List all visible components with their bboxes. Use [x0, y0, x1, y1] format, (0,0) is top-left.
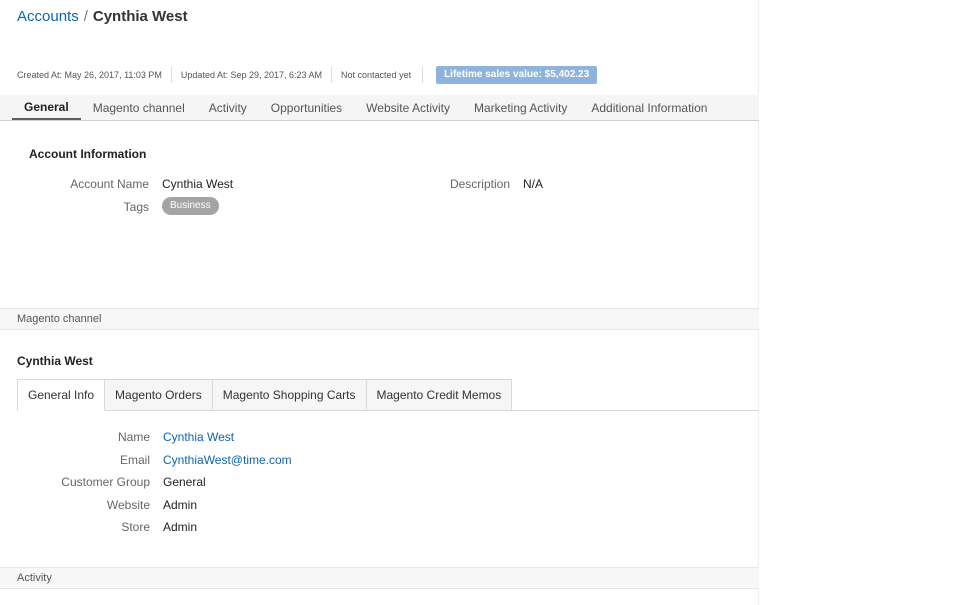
tags-label: Tags — [123, 200, 149, 214]
tab-website-activity[interactable]: Website Activity — [354, 95, 462, 120]
description-label: Description — [449, 177, 510, 191]
lifetime-sales-badge: Lifetime sales value: $5,402.23 — [436, 66, 598, 84]
contacted-status-text: Not contacted yet — [341, 67, 424, 83]
tab-general[interactable]: General — [12, 95, 81, 120]
customer-group-label: Customer Group — [61, 475, 150, 489]
tab-magento-channel[interactable]: Magento channel — [81, 95, 197, 120]
tab-general-info[interactable]: General Info — [17, 379, 106, 411]
account-name-label: Account Name — [70, 177, 149, 191]
customer-group-value: General — [163, 475, 206, 489]
breadcrumb: Accounts / Cynthia West — [17, 8, 188, 26]
store-label: Store — [121, 520, 150, 534]
customer-name-label: Name — [117, 430, 150, 444]
updated-at-text: Updated At: Sep 29, 2017, 6:23 AM — [181, 67, 333, 83]
email-label: Email — [119, 453, 150, 467]
tab-magento-shopping-carts[interactable]: Magento Shopping Carts — [212, 379, 367, 411]
tab-opportunities[interactable]: Opportunities — [259, 95, 354, 120]
description-value: N/A — [523, 177, 544, 191]
activity-section-bar: Activity — [0, 567, 759, 589]
tag-business: Business — [162, 197, 219, 215]
account-view-page: Accounts / Cynthia West Created At: May 26… — [0, 0, 759, 605]
website-label: Website — [106, 498, 150, 512]
record-meta-row: Created At: May 26, 2017, 11:03 PM Updat… — [17, 66, 598, 84]
website-value: Admin — [163, 498, 198, 512]
account-information-heading: Account Information — [29, 147, 147, 161]
breadcrumb-separator: / — [83, 8, 88, 25]
customer-name-heading: Cynthia West — [17, 354, 93, 368]
tab-activity[interactable]: Activity — [197, 95, 259, 120]
magento-channel-section-bar: Magento channel — [0, 308, 759, 330]
email-link[interactable]: CynthiaWest@time.com — [163, 453, 292, 467]
breadcrumb-accounts-link[interactable]: Accounts — [17, 8, 79, 25]
customer-sub-tab-bar: General Info Magento Orders Magento Shop… — [17, 379, 513, 411]
account-name-value: Cynthia West — [162, 177, 234, 191]
main-tab-bar: General Magento channel Activity Opportu… — [0, 95, 759, 121]
tab-additional-information[interactable]: Additional Information — [579, 95, 719, 120]
page-title: Cynthia West — [92, 8, 188, 25]
tab-magento-credit-memos[interactable]: Magento Credit Memos — [366, 379, 513, 411]
tab-magento-orders[interactable]: Magento Orders — [105, 379, 213, 411]
tab-marketing-activity[interactable]: Marketing Activity — [462, 95, 579, 120]
customer-name-link[interactable]: Cynthia West — [163, 430, 234, 444]
created-at-text: Created At: May 26, 2017, 11:03 PM — [17, 67, 172, 83]
store-value: Admin — [163, 520, 198, 534]
